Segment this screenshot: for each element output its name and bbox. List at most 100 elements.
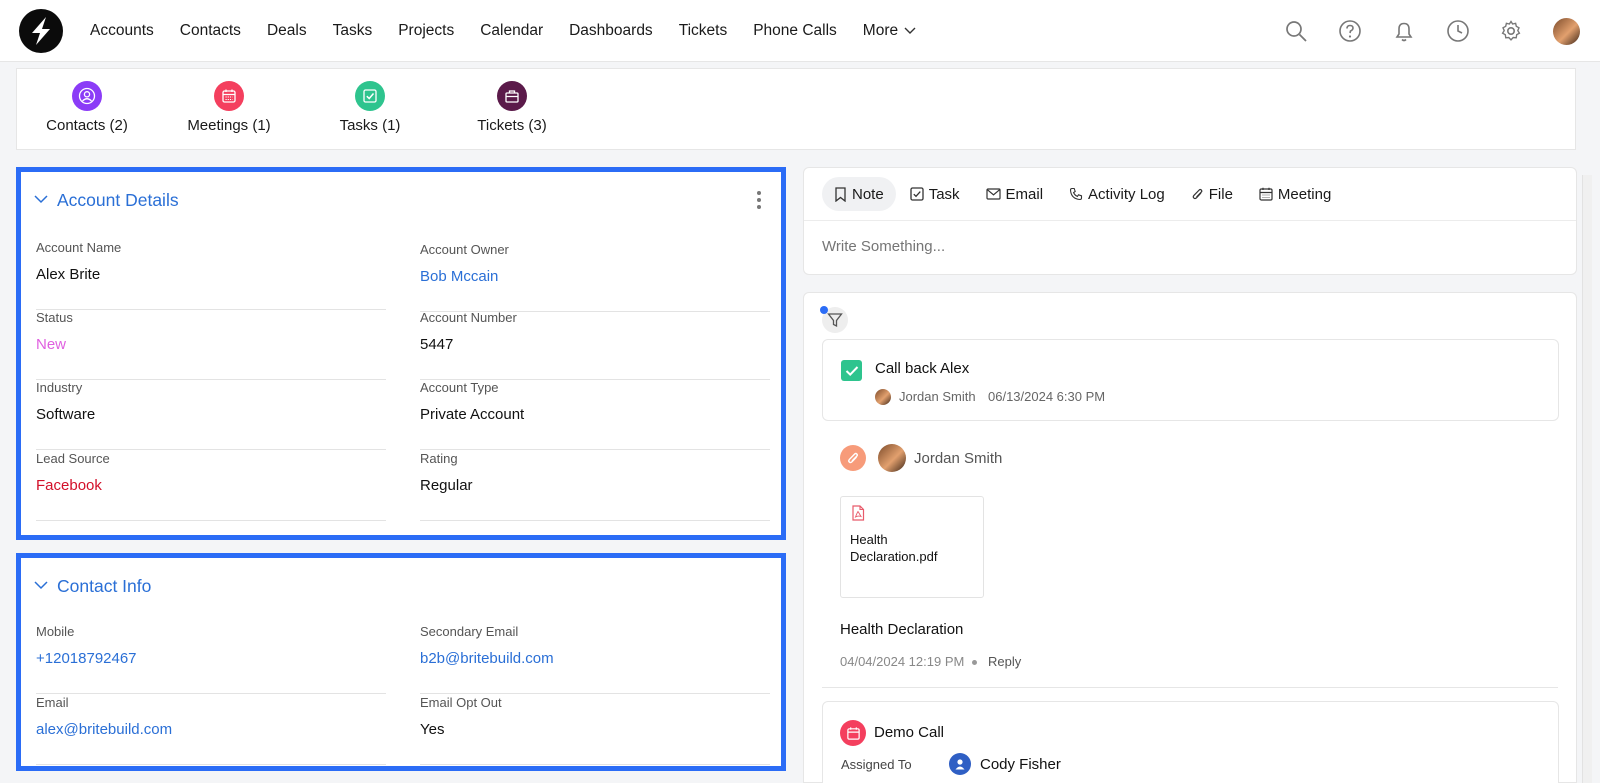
task-title[interactable]: Call back Alex — [875, 360, 969, 377]
tab-note[interactable]: Note — [822, 177, 896, 211]
assignee-name[interactable]: Cody Fisher — [980, 756, 1061, 773]
meeting-card[interactable]: Demo Call Assigned To Cody Fisher — [822, 701, 1559, 783]
tab-activity-log[interactable]: Activity Log — [1057, 177, 1177, 211]
field-label: Account Type — [420, 380, 499, 395]
status-value[interactable]: New — [36, 336, 66, 353]
field-value[interactable]: Yes — [420, 721, 444, 738]
paperclip-icon — [1192, 188, 1203, 199]
field-label: Account Number — [420, 310, 517, 325]
email-link[interactable]: alex@britebuild.com — [36, 721, 172, 738]
activity-composer: Note Task Email Activity Log File Meetin… — [803, 167, 1577, 275]
composer-divider — [804, 220, 1576, 221]
timeline-divider — [822, 687, 1558, 688]
task-user-avatar — [875, 389, 891, 405]
field-label: Account Owner — [420, 242, 509, 257]
search-icon[interactable] — [1284, 19, 1308, 43]
task-done-checkbox[interactable] — [841, 360, 862, 381]
related-contacts[interactable]: Contacts (2) — [17, 81, 157, 134]
nav-contacts[interactable]: Contacts — [180, 22, 241, 40]
help-icon[interactable] — [1338, 19, 1362, 43]
separator-dot — [972, 660, 977, 665]
tab-task[interactable]: Task — [898, 177, 972, 211]
app-logo[interactable] — [19, 9, 63, 53]
field-label: Industry — [36, 380, 83, 395]
check-icon — [845, 365, 858, 376]
file-activity-datetime: 04/04/2024 12:19 PM — [840, 654, 965, 669]
related-tasks[interactable]: Tasks (1) — [300, 81, 440, 134]
tab-file-label: File — [1208, 185, 1233, 203]
field-email-opt-out: Email Opt Out Yes — [420, 695, 770, 765]
field-status: Status New — [36, 310, 386, 380]
tab-task-label: Task — [928, 185, 960, 203]
user-avatar[interactable] — [1553, 18, 1580, 45]
nav-tickets[interactable]: Tickets — [679, 22, 728, 40]
nav-more-label: More — [862, 22, 899, 39]
account-owner-link[interactable]: Bob Mccain — [420, 268, 498, 285]
contact-info-title: Contact Info — [57, 576, 152, 596]
field-label: Email Opt Out — [420, 695, 502, 710]
contact-info-header[interactable]: Contact Info — [21, 558, 781, 614]
account-details-header[interactable]: Account Details — [21, 172, 781, 228]
field-industry: Industry Software — [36, 380, 386, 450]
scrollbar[interactable] — [1582, 175, 1592, 783]
field-value[interactable]: 5447 — [420, 336, 453, 353]
field-label: Mobile — [36, 624, 75, 639]
tab-file[interactable]: File — [1179, 177, 1245, 211]
field-account-number: Account Number 5447 — [420, 310, 770, 380]
logo-mark-icon — [32, 17, 50, 45]
field-lead-source: Lead Source Facebook — [36, 451, 386, 521]
contact-info-panel: Contact Info Mobile +12018792467 Seconda… — [16, 553, 786, 771]
clock-icon[interactable] — [1446, 19, 1470, 43]
paperclip-icon — [840, 445, 866, 471]
mobile-link[interactable]: +12018792467 — [36, 650, 137, 667]
nav-calendar[interactable]: Calendar — [480, 22, 543, 40]
nav-projects[interactable]: Projects — [398, 22, 454, 40]
tab-email[interactable]: Email — [974, 177, 1056, 211]
composer-tabs: Note Task Email Activity Log File Meetin… — [822, 176, 1345, 212]
task-user[interactable]: Jordan Smith — [899, 389, 976, 404]
nav-deals[interactable]: Deals — [267, 22, 307, 40]
field-value[interactable]: Regular — [420, 477, 473, 494]
user-icon — [949, 753, 971, 775]
file-attachment-tile[interactable]: Health Declaration.pdf — [840, 496, 984, 598]
related-meetings[interactable]: Meetings (1) — [159, 81, 299, 134]
filter-button[interactable] — [820, 306, 848, 333]
calendar-icon — [840, 720, 866, 746]
field-label: Account Name — [36, 240, 122, 255]
nav-tasks[interactable]: Tasks — [333, 22, 373, 40]
task-card[interactable]: Call back Alex Jordan Smith 06/13/2024 6… — [822, 339, 1559, 421]
phone-icon — [1069, 187, 1083, 201]
top-nav: Accounts Contacts Deals Tasks Projects C… — [0, 0, 1600, 62]
field-value[interactable]: Software — [36, 406, 95, 423]
lead-source-value[interactable]: Facebook — [36, 477, 102, 494]
meeting-title[interactable]: Demo Call — [874, 724, 944, 741]
field-value[interactable]: Private Account — [420, 406, 524, 423]
file-activity-title: Health Declaration — [840, 621, 964, 638]
related-tickets-label: Tickets (3) — [477, 117, 547, 134]
nav-accounts[interactable]: Accounts — [90, 22, 154, 40]
file-user-avatar — [878, 444, 906, 472]
bell-icon[interactable] — [1392, 19, 1416, 43]
task-datetime: 06/13/2024 6:30 PM — [988, 389, 1106, 404]
field-value[interactable]: Alex Brite — [36, 266, 100, 283]
related-meetings-label: Meetings (1) — [187, 117, 271, 134]
file-user[interactable]: Jordan Smith — [914, 450, 1002, 467]
related-tickets[interactable]: Tickets (3) — [442, 81, 582, 134]
nav-more[interactable]: More — [863, 22, 916, 40]
calendar-icon — [1259, 187, 1273, 201]
activity-timeline: Call back Alex Jordan Smith 06/13/2024 6… — [803, 292, 1577, 783]
reply-link[interactable]: Reply — [988, 654, 1021, 669]
tab-meeting[interactable]: Meeting — [1247, 177, 1343, 211]
field-account-name: Account Name Alex Brite — [36, 240, 386, 310]
bookmark-icon — [835, 186, 846, 202]
field-account-owner: Account Owner Bob Mccain — [420, 242, 770, 312]
gear-icon[interactable] — [1499, 19, 1523, 43]
calendar-icon — [214, 81, 244, 111]
note-input[interactable] — [822, 238, 1552, 255]
nav-phone-calls[interactable]: Phone Calls — [753, 22, 837, 40]
ticket-icon — [497, 81, 527, 111]
nav-dashboards[interactable]: Dashboards — [569, 22, 653, 40]
more-options-icon[interactable] — [754, 189, 764, 211]
secondary-email-link[interactable]: b2b@britebuild.com — [420, 650, 554, 667]
main-menu: Accounts Contacts Deals Tasks Projects C… — [90, 0, 942, 62]
